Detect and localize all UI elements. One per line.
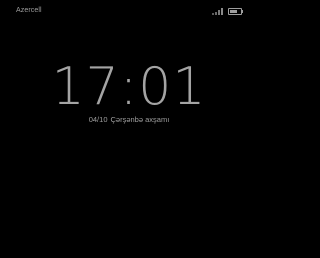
battery-icon	[228, 8, 242, 15]
weekday-text: Çərşənbə axşamı	[110, 115, 170, 124]
status-bar: Azercell	[0, 0, 258, 22]
lock-screen: Azercell 17:01 04/10 Çərşənbə axşamı	[0, 0, 258, 258]
date-text: 04/10	[88, 115, 108, 124]
carrier-name: Azercell	[16, 7, 42, 14]
battery-level	[230, 10, 237, 13]
date-line: 04/10 Çərşənbə axşamı	[0, 115, 258, 124]
signal-bars-icon	[212, 8, 223, 15]
clock-time: 17:01	[51, 57, 207, 117]
battery-tip	[242, 10, 243, 13]
